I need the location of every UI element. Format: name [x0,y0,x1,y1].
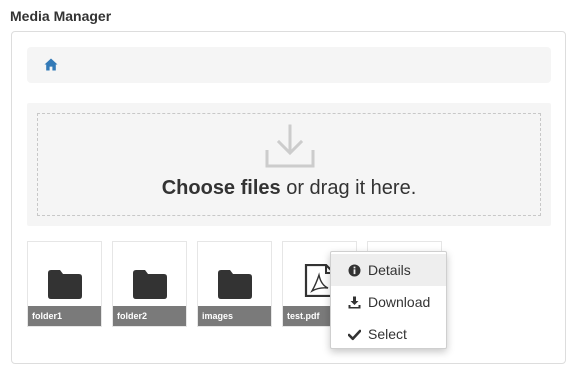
folder-icon [133,270,167,299]
dropzone-target[interactable]: Choose files or drag it here. [37,113,541,216]
breadcrumb [27,47,551,83]
file-context-menu: Details Download Select [330,251,447,349]
download-tray-icon [265,124,315,168]
menu-item-label: Select [368,326,407,342]
choose-files-link[interactable]: Choose files [162,177,281,199]
file-name: folder1 [28,306,101,326]
download-icon [348,296,361,309]
file-name: folder2 [113,306,186,326]
info-circle-icon [348,264,361,277]
folder-icon [218,270,252,299]
menu-item-label: Details [368,262,411,278]
menu-item-select[interactable]: Select [331,318,446,350]
upload-dropzone: Choose files or drag it here. [27,103,551,226]
file-tile-folder1[interactable]: folder1 [27,241,102,327]
home-icon[interactable] [44,58,58,71]
menu-item-label: Download [368,294,431,310]
file-name: images [198,306,271,326]
page-title: Media Manager [10,8,112,24]
menu-item-download[interactable]: Download [331,286,446,318]
folder-icon [48,270,82,299]
file-tile-folder2[interactable]: folder2 [112,241,187,327]
file-tile-images[interactable]: images [197,241,272,327]
menu-item-details[interactable]: Details [331,254,446,286]
check-icon [348,329,361,341]
dropzone-text: Choose files or drag it here. [38,177,540,200]
drag-hint: or drag it here. [280,177,417,199]
